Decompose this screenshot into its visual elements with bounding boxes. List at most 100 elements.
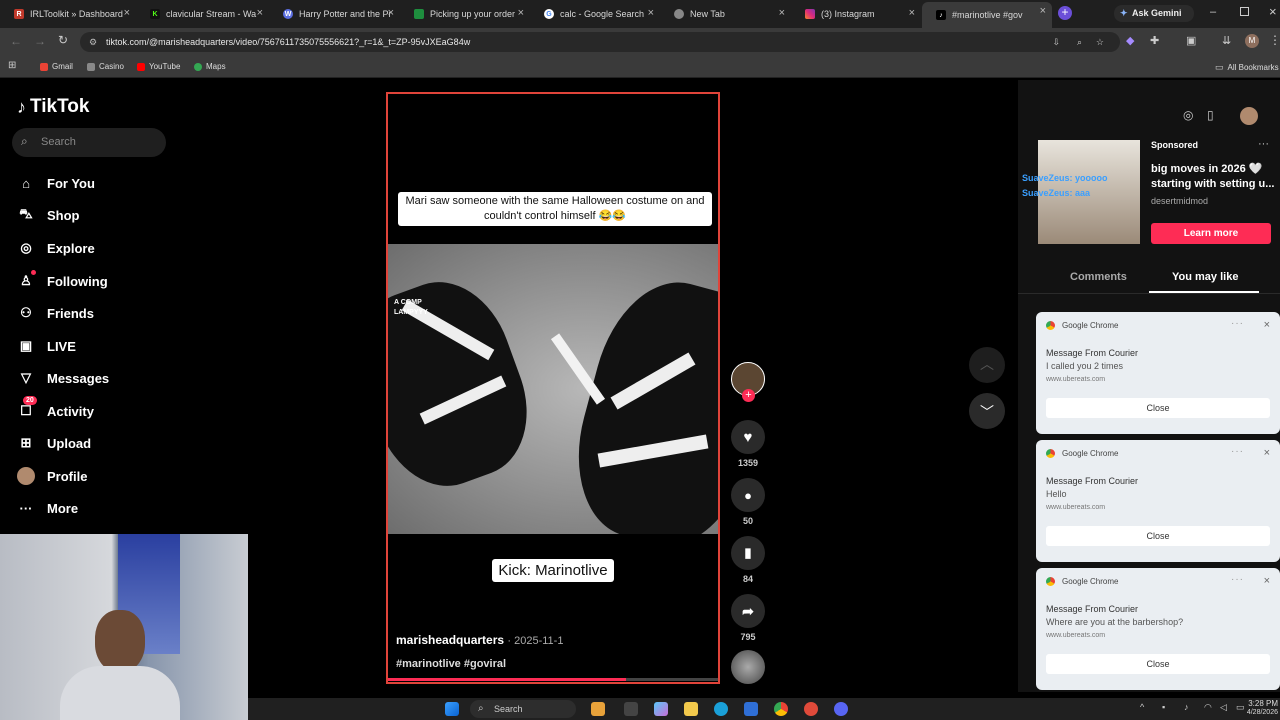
- extension-icon[interactable]: ◆: [1126, 34, 1134, 47]
- copilot-icon[interactable]: [654, 702, 668, 716]
- tab-comments[interactable]: Comments: [1070, 271, 1127, 283]
- nav-shop[interactable]: ⛍ Shop: [17, 206, 79, 224]
- tab-irltoolkit[interactable]: R IRLToolkit » Dashboard ×: [0, 4, 136, 24]
- follow-plus-icon[interactable]: +: [742, 389, 755, 402]
- clock-time[interactable]: 3:28 PM: [1248, 699, 1278, 708]
- nav-more[interactable]: ··· More: [17, 499, 79, 517]
- ad-account[interactable]: desertmidmod: [1151, 196, 1208, 206]
- tab-instagram[interactable]: (3) Instagram ×: [791, 4, 921, 24]
- microphone-icon[interactable]: ♪: [1184, 702, 1189, 712]
- volume-icon[interactable]: ◁: [1220, 702, 1227, 713]
- device-icon[interactable]: ▯: [1207, 108, 1214, 122]
- close-icon[interactable]: ×: [648, 7, 654, 19]
- tab-you-may-like[interactable]: You may like: [1172, 271, 1238, 283]
- profile-avatar-icon[interactable]: M: [1245, 34, 1259, 48]
- notification-close-button[interactable]: Close: [1046, 526, 1270, 546]
- menu-kebab-icon[interactable]: ⋮: [1269, 33, 1280, 47]
- comment-button[interactable]: ● 50: [731, 478, 765, 526]
- app-icon[interactable]: [804, 702, 818, 716]
- tray-icon[interactable]: ▪: [1162, 702, 1165, 712]
- store-icon[interactable]: [744, 702, 758, 716]
- video-hashtags[interactable]: #marinotlive #goviral: [396, 658, 506, 670]
- share-button[interactable]: ➦ 795: [731, 594, 765, 642]
- nav-following[interactable]: ♙ Following: [17, 270, 108, 290]
- reload-icon[interactable]: ↻: [58, 33, 68, 47]
- video-progress-track[interactable]: [388, 678, 718, 681]
- notification-close-button[interactable]: Close: [1046, 654, 1270, 674]
- search-input[interactable]: ⌕ Search: [12, 128, 166, 157]
- edge-icon[interactable]: [714, 702, 728, 716]
- install-icon[interactable]: ⇩: [1052, 32, 1060, 52]
- tab-harry-potter[interactable]: W Harry Potter and the Pr ×: [269, 4, 400, 24]
- close-icon[interactable]: ×: [1040, 5, 1046, 17]
- zoom-icon[interactable]: ⌕: [1077, 32, 1082, 52]
- tray-chevron-icon[interactable]: ^: [1140, 702, 1144, 712]
- bookmark-youtube[interactable]: YouTube: [137, 62, 180, 71]
- chevron-down-icon[interactable]: ﹀: [969, 393, 1005, 429]
- nav-messages[interactable]: ▽ Messages: [17, 369, 109, 387]
- task-view-icon[interactable]: [624, 702, 638, 716]
- nav-profile[interactable]: Profile: [17, 467, 87, 485]
- music-disc-icon[interactable]: [731, 650, 765, 684]
- nav-activity[interactable]: ☐ Activity 20: [17, 396, 94, 420]
- more-options-icon[interactable]: ···: [1231, 574, 1244, 585]
- close-icon[interactable]: ×: [779, 7, 785, 19]
- user-avatar[interactable]: [1240, 107, 1258, 125]
- notification-close-button[interactable]: Close: [1046, 398, 1270, 418]
- maximize-icon[interactable]: [1240, 7, 1249, 16]
- more-options-icon[interactable]: ···: [1231, 318, 1244, 329]
- chrome-notification[interactable]: Google Chrome ··· × Message From Courier…: [1036, 312, 1280, 434]
- tab-google-search[interactable]: G calc - Google Search ×: [530, 4, 660, 24]
- close-icon[interactable]: ×: [909, 7, 915, 19]
- close-icon[interactable]: ×: [388, 7, 394, 19]
- discord-icon[interactable]: [834, 702, 848, 716]
- bookmark-maps[interactable]: Maps: [194, 62, 226, 71]
- tab-tiktok-active[interactable]: ♪ #marinotlive #gov ×: [922, 2, 1052, 28]
- chrome-notification[interactable]: Google Chrome ··· × Message From Courier…: [1036, 568, 1280, 690]
- tab-new-tab[interactable]: New Tab ×: [660, 4, 791, 24]
- file-explorer-icon[interactable]: [684, 702, 698, 716]
- nav-friends[interactable]: ⚇ Friends: [17, 304, 94, 322]
- sidepanel-icon[interactable]: ▣: [1186, 34, 1196, 47]
- close-icon[interactable]: ×: [257, 7, 263, 19]
- forward-icon[interactable]: →: [34, 34, 46, 48]
- chrome-taskbar-icon[interactable]: [774, 702, 788, 716]
- close-icon[interactable]: ×: [1264, 319, 1270, 331]
- back-icon[interactable]: ←: [10, 34, 22, 48]
- bookmark-star-icon[interactable]: ☆: [1096, 32, 1104, 52]
- more-options-icon[interactable]: ···: [1258, 138, 1269, 150]
- all-bookmarks-button[interactable]: ▭ All Bookmarks: [1215, 62, 1279, 73]
- explore-icon[interactable]: ◎: [1183, 108, 1193, 122]
- close-icon[interactable]: ×: [124, 7, 130, 19]
- like-button[interactable]: ♥ 1359: [731, 420, 765, 468]
- nav-live[interactable]: ▣ LIVE: [17, 337, 76, 355]
- video-author[interactable]: marisheadquarters: [396, 633, 504, 647]
- nav-explore[interactable]: ◎ Explore: [17, 239, 94, 257]
- ad-title[interactable]: big moves in 2026 🤍 starting with settin…: [1151, 162, 1275, 192]
- clock-date[interactable]: 4/28/2026: [1243, 709, 1278, 716]
- tab-kick[interactable]: K clavicular Stream - Wa ×: [136, 4, 269, 24]
- chrome-notification[interactable]: Google Chrome ··· × Message From Courier…: [1036, 440, 1280, 562]
- windows-start-icon[interactable]: [445, 702, 459, 716]
- minimize-icon[interactable]: –: [1210, 6, 1216, 18]
- bookmark-gmail[interactable]: Gmail: [40, 62, 73, 71]
- video-player[interactable]: Mari saw someone with the same Halloween…: [386, 92, 720, 684]
- learn-more-button[interactable]: Learn more: [1151, 223, 1271, 244]
- address-bar[interactable]: ⚙ tiktok.com/@marisheadquarters/video/75…: [80, 32, 1120, 52]
- tiktok-logo[interactable]: ♪ TikTok: [17, 96, 89, 118]
- taskbar-search[interactable]: ⌕ Search: [470, 700, 576, 718]
- close-icon[interactable]: ×: [1264, 447, 1270, 459]
- close-icon[interactable]: ×: [518, 7, 524, 19]
- tab-picking-up-order[interactable]: Picking up your order ×: [400, 4, 530, 24]
- nav-upload[interactable]: ⊞ Upload: [17, 434, 92, 452]
- ask-gemini-button[interactable]: ✦ Ask Gemini: [1114, 5, 1194, 22]
- extensions-puzzle-icon[interactable]: ✚: [1150, 34, 1159, 47]
- widgets-icon[interactable]: [591, 702, 605, 716]
- downloads-icon[interactable]: ⇊: [1222, 34, 1231, 47]
- close-icon[interactable]: ×: [1264, 575, 1270, 587]
- window-close-icon[interactable]: ×: [1269, 4, 1277, 19]
- save-button[interactable]: ▮ 84: [731, 536, 765, 584]
- creator-avatar[interactable]: +: [731, 362, 765, 402]
- nav-for-you[interactable]: ⌂ For You: [17, 174, 95, 192]
- bookmark-casino[interactable]: Casino: [87, 62, 124, 71]
